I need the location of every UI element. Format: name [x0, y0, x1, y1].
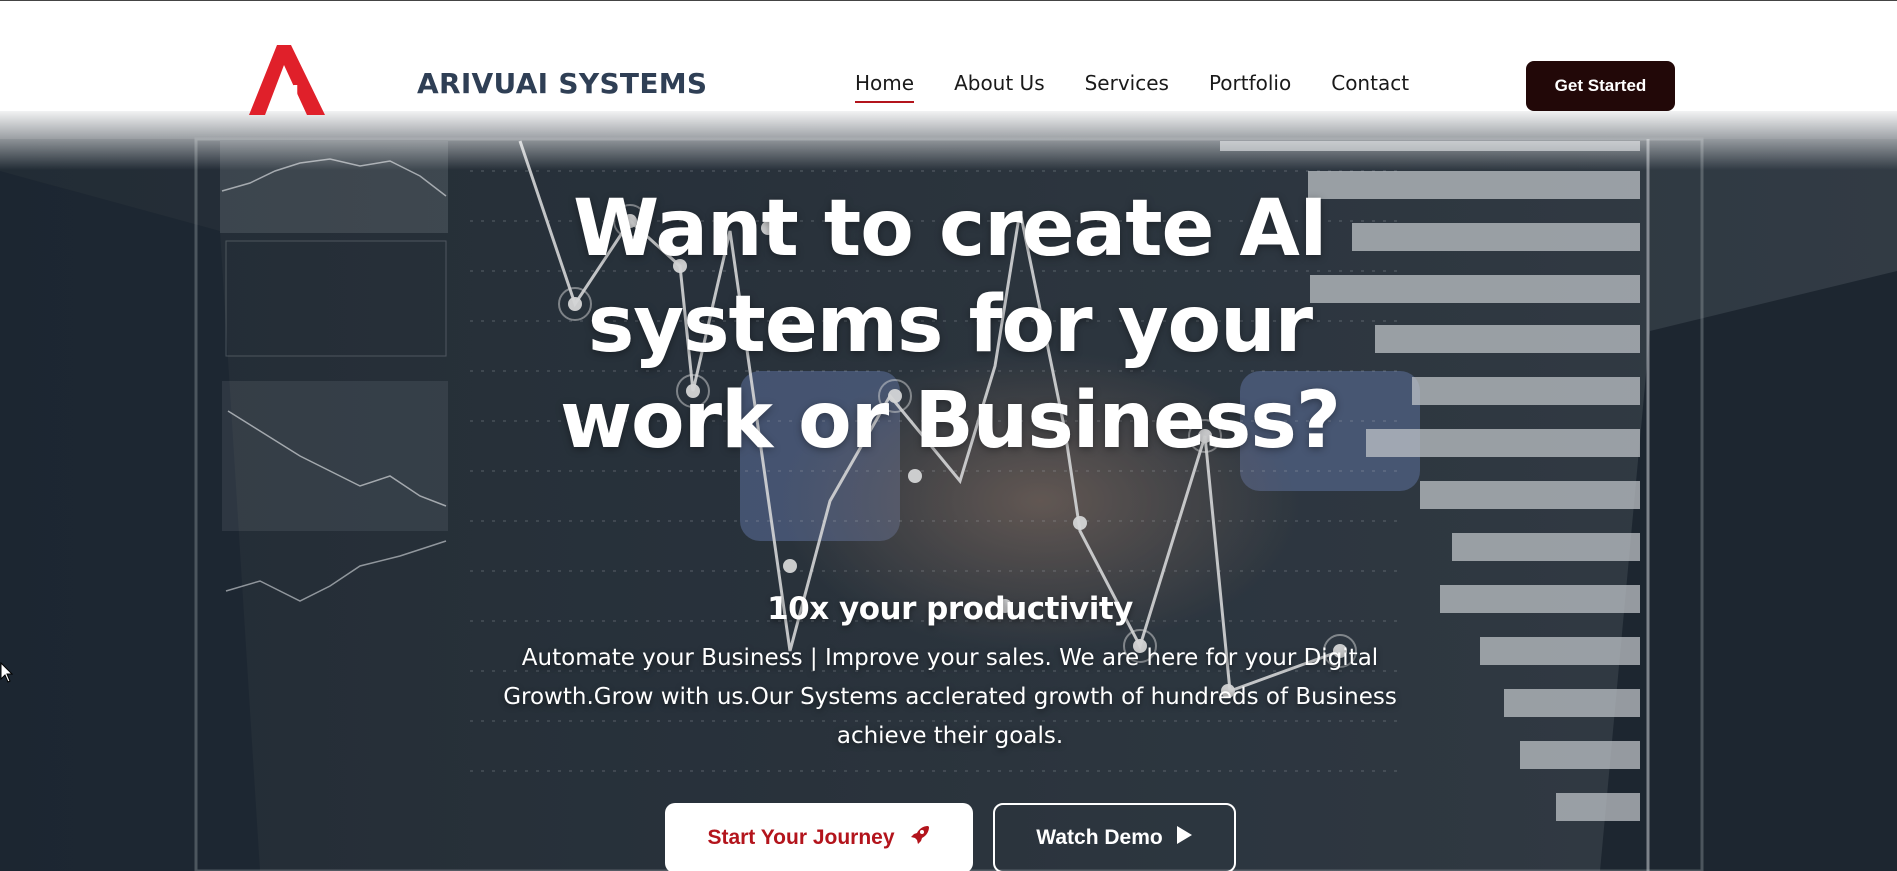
mouse-cursor-icon	[0, 662, 14, 683]
watch-demo-label: Watch Demo	[1036, 826, 1163, 849]
nav-item-contact[interactable]: Contact	[1331, 71, 1409, 103]
nav-item-portfolio[interactable]: Portfolio	[1209, 71, 1291, 103]
nav-item-about-us[interactable]: About Us	[954, 71, 1045, 103]
logo-text: AI	[273, 79, 299, 109]
hero-subheading: 10x your productivity	[767, 591, 1133, 627]
hero-section: Want to create AI systems for your work …	[0, 111, 1897, 871]
nav-item-services[interactable]: Services	[1085, 71, 1169, 103]
hero-headline: Want to create AI systems for your work …	[559, 184, 1341, 466]
start-journey-label: Start Your Journey	[707, 826, 895, 849]
watch-demo-button[interactable]: Watch Demo	[993, 803, 1236, 871]
hero-description: Automate your Business | Improve your sa…	[503, 645, 1397, 749]
window-top-border	[0, 0, 1897, 1]
start-journey-button[interactable]: Start Your Journey	[665, 803, 973, 871]
get-started-button[interactable]: Get Started	[1526, 61, 1675, 111]
brand-logo[interactable]: AI	[247, 43, 327, 117]
hero-content: Want to create AI systems for your work …	[0, 111, 1897, 871]
play-icon	[1175, 825, 1193, 851]
main-nav: Home About Us Services Portfolio Contact	[855, 71, 1409, 103]
site-header: AI ARIVUAI SYSTEMS Home About Us Service…	[0, 1, 1897, 115]
brand-name: ARIVUAI SYSTEMS	[417, 67, 708, 100]
rocket-icon	[907, 823, 931, 853]
nav-item-home[interactable]: Home	[855, 71, 915, 103]
